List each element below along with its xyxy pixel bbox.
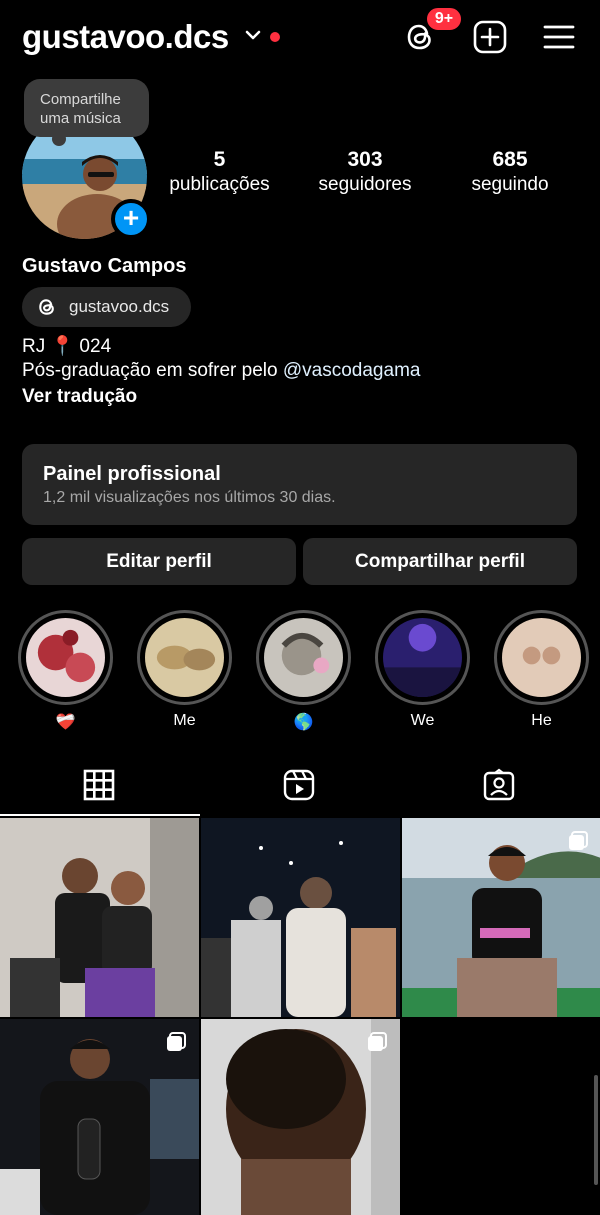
highlight-cover <box>264 618 343 697</box>
bio-text: Pós-graduação em sofrer pelo <box>22 360 283 381</box>
highlight-item[interactable]: He <box>494 610 589 730</box>
highlight-item[interactable]: We <box>375 610 470 730</box>
highlight-item[interactable]: ❤️‍🩹 <box>18 610 113 732</box>
dashboard-subtitle: 1,2 mil visualizações nos últimos 30 dia… <box>43 489 336 506</box>
add-story-button[interactable]: + <box>111 199 151 239</box>
stat-followers-label: seguidores <box>318 174 412 195</box>
highlight-label: 🌎 <box>293 714 314 731</box>
dashboard-title: Painel profissional <box>43 463 221 485</box>
stat-posts-count: 5 <box>213 148 226 171</box>
highlight-cover <box>502 618 581 697</box>
carousel-indicator-icon <box>569 831 588 850</box>
bio-line-1: RJ 📍 024 <box>22 336 112 357</box>
highlight-item[interactable]: Me <box>137 610 232 730</box>
professional-dashboard[interactable]: Painel profissional 1,2 mil visualizaçõe… <box>22 444 577 525</box>
share-profile-button[interactable]: Compartilhar perfil <box>303 538 577 585</box>
highlight-cover <box>145 618 224 697</box>
stat-posts[interactable]: 5 publicações <box>163 148 276 196</box>
active-tab-indicator <box>0 814 200 816</box>
grid-icon[interactable] <box>82 768 116 802</box>
stat-followers-count: 303 <box>347 148 383 171</box>
stat-following-label: seguindo <box>471 174 549 195</box>
menu-icon[interactable] <box>541 19 577 55</box>
highlight-label: ❤️‍🩹 <box>55 714 76 731</box>
post-image <box>201 818 400 1017</box>
highlight-cover <box>383 618 462 697</box>
reels-icon[interactable] <box>282 768 316 802</box>
chevron-down-icon[interactable] <box>245 29 261 41</box>
highlight-cover <box>26 618 105 697</box>
full-name: Gustavo Campos <box>22 255 187 277</box>
unread-dot <box>270 32 280 42</box>
highlight-label: Me <box>173 712 196 729</box>
threads-link-pill[interactable]: gustavoo.dcs <box>22 287 191 327</box>
post-thumbnail[interactable] <box>0 818 199 1017</box>
tagged-icon[interactable] <box>482 768 516 802</box>
post-thumbnail[interactable] <box>402 818 600 1017</box>
stat-following-count: 685 <box>492 148 528 171</box>
carousel-indicator-icon <box>368 1032 387 1051</box>
carousel-indicator-icon <box>167 1032 186 1051</box>
post-thumbnail[interactable] <box>0 1019 199 1215</box>
post-thumbnail[interactable] <box>201 818 400 1017</box>
highlight-label: He <box>531 712 552 729</box>
threads-icon <box>39 299 54 315</box>
threads-handle: gustavoo.dcs <box>69 297 170 316</box>
see-translation-link[interactable]: Ver tradução <box>22 386 137 408</box>
stat-followers[interactable]: 303 seguidores <box>310 148 420 196</box>
highlight-item[interactable]: 🌎 <box>256 610 351 732</box>
scrollbar[interactable] <box>594 1075 598 1185</box>
create-plus-icon[interactable] <box>472 19 508 55</box>
stat-posts-label: publicações <box>169 174 270 195</box>
note-bubble[interactable]: Compartilhe uma música <box>24 79 149 137</box>
stat-following[interactable]: 685 seguindo <box>460 148 560 196</box>
top-bar: gustavoo.dcs 9+ <box>0 0 600 75</box>
bio-line-2: Pós-graduação em sofrer pelo @vascodagam… <box>22 360 420 382</box>
post-image <box>0 818 199 1017</box>
highlight-label: We <box>410 712 435 729</box>
bio-mention-link[interactable]: @vascodagama <box>283 360 421 381</box>
edit-profile-button[interactable]: Editar perfil <box>22 538 296 585</box>
username[interactable]: gustavoo.dcs <box>22 18 229 56</box>
notification-badge: 9+ <box>425 6 463 32</box>
post-thumbnail[interactable] <box>201 1019 400 1215</box>
